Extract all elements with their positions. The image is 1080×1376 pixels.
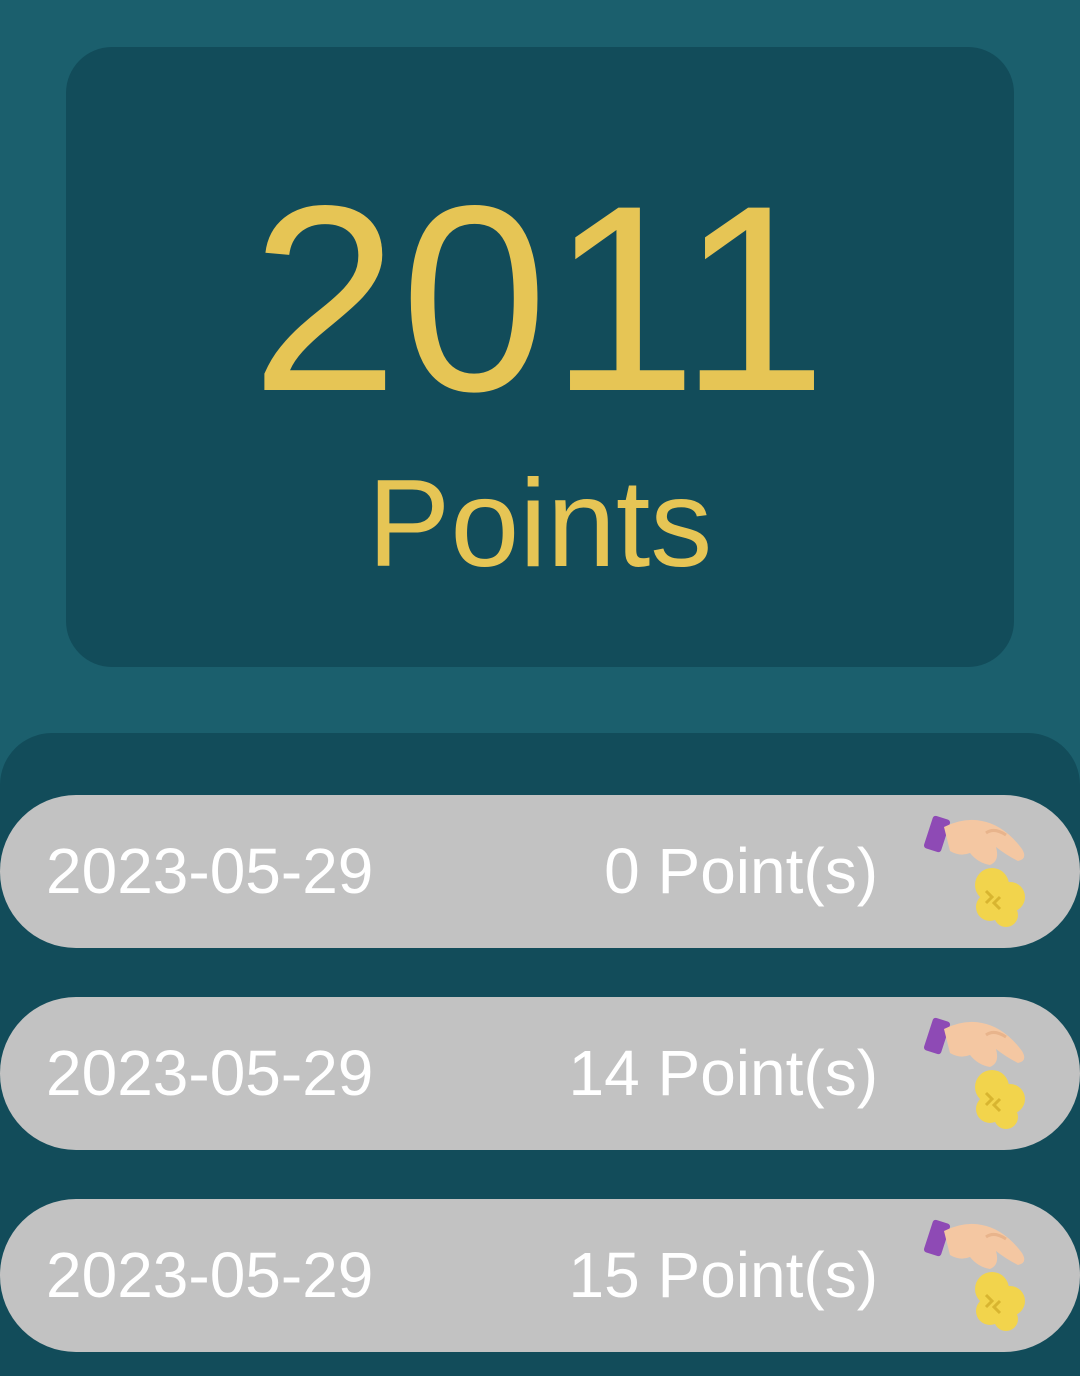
history-row-date: 2023-05-29	[46, 835, 374, 907]
hand-dropping-coins-icon	[920, 1217, 1044, 1333]
total-points-value: 2011	[251, 151, 829, 447]
history-row-points: 0 Point(s)	[604, 835, 878, 907]
history-row-date: 2023-05-29	[46, 1239, 374, 1311]
points-history-panel: 2023-05-29 0 Point(s) 2023-05-29 14 Poin…	[0, 733, 1080, 1376]
hand-dropping-coins-icon	[920, 813, 1044, 929]
history-row-points: 14 Point(s)	[568, 1037, 878, 1109]
points-summary-card: 2011 Points	[66, 47, 1014, 667]
hand-dropping-coins-icon	[920, 1015, 1044, 1131]
history-row[interactable]: 2023-05-29 0 Point(s)	[0, 795, 1080, 948]
history-row-date: 2023-05-29	[46, 1037, 374, 1109]
history-row[interactable]: 2023-05-29 14 Point(s)	[0, 997, 1080, 1150]
history-row[interactable]: 2023-05-29 15 Point(s)	[0, 1199, 1080, 1352]
points-caption: Points	[367, 455, 713, 593]
history-row-points: 15 Point(s)	[568, 1239, 878, 1311]
